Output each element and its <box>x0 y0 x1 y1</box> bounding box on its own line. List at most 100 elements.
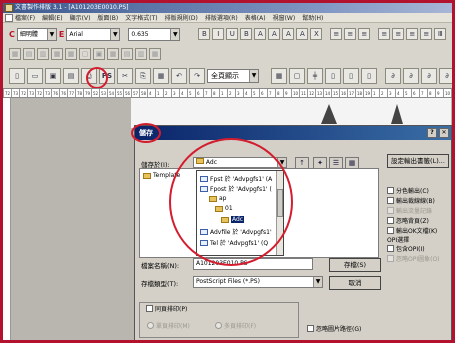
ruler-tick: 58 <box>139 89 147 97</box>
redo-icon[interactable]: ↷ <box>189 68 205 84</box>
insert-text-icon[interactable]: ╪ <box>307 68 323 84</box>
include-opi-checkbox[interactable]: 包含OPI(I) <box>387 244 425 253</box>
cancel-button[interactable]: 取消 <box>329 276 381 290</box>
indent-icon[interactable]: ≡ <box>406 28 419 40</box>
ignore-image-path-checkbox[interactable]: 忽略圖片路徑(G) <box>307 324 361 333</box>
bold-button[interactable]: B <box>198 28 211 40</box>
link-b-icon[interactable]: ∂ <box>403 68 419 84</box>
table-insert-icon[interactable]: ▦ <box>9 48 21 60</box>
set-bookmarks-button[interactable]: 設定輸出書籤(L)... <box>387 154 449 168</box>
preview-icon[interactable]: ▤ <box>63 68 79 84</box>
font-size-value: 0.635 <box>131 30 149 38</box>
table-row-icon[interactable]: ▤ <box>23 48 35 60</box>
ruler-tick: 11 <box>451 89 452 97</box>
checkbox-box[interactable] <box>307 325 314 332</box>
table-delete-icon[interactable]: ▦ <box>107 48 119 60</box>
chevron-down-icon[interactable]: ▼ <box>46 28 56 40</box>
table-shade-icon[interactable]: ▣ <box>93 48 105 60</box>
ignore-back-page-checkbox[interactable]: 忽略背頁(Z) <box>387 216 429 225</box>
italic-button[interactable]: I <box>212 28 225 40</box>
menu-window[interactable]: 視窗(W) <box>273 13 296 22</box>
save-button[interactable]: 存檔(S) <box>329 258 381 272</box>
cut-icon[interactable]: ✂ <box>117 68 133 84</box>
radio-dot[interactable] <box>147 322 154 329</box>
copy-icon[interactable]: ⎘ <box>135 68 151 84</box>
justify-icon[interactable]: ≡ <box>378 28 391 40</box>
menu-layout[interactable]: 版面(B) <box>97 13 118 22</box>
new-file-icon[interactable]: ▯ <box>9 68 25 84</box>
open-file-icon[interactable]: ▭ <box>27 68 43 84</box>
table-border-icon[interactable]: ▢ <box>79 48 91 60</box>
output-ok-doc-checkbox[interactable]: 輸出OK文檔(K) <box>387 226 437 235</box>
menu-edit[interactable]: 編輯(E) <box>42 13 62 22</box>
box-c-icon[interactable]: ▯ <box>361 68 377 84</box>
opi-group-label: OPI選擇 <box>387 237 410 244</box>
text-style-a2-button[interactable]: A <box>268 28 281 40</box>
table-align-icon[interactable]: ▤ <box>121 48 133 60</box>
menu-file[interactable]: 檔案(F) <box>15 13 35 22</box>
align-right-icon[interactable]: ≡ <box>358 28 371 40</box>
save-icon[interactable]: ▣ <box>45 68 61 84</box>
menu-typeset-options[interactable]: 排版選項(R) <box>205 13 238 22</box>
checkbox-box[interactable] <box>387 227 394 234</box>
menu-view[interactable]: 顯示(V) <box>70 13 91 22</box>
align-center-icon[interactable]: ≡ <box>344 28 357 40</box>
outdent-icon[interactable]: ≡ <box>420 28 433 40</box>
english-font-select[interactable]: Arial ▼ <box>66 27 121 41</box>
undo-icon[interactable]: ↶ <box>171 68 187 84</box>
text-style-a4-button[interactable]: A <box>296 28 309 40</box>
close-icon[interactable]: ✕ <box>439 128 449 138</box>
multi-page-radio[interactable]: 多頁排印(F) <box>215 321 256 330</box>
menu-table[interactable]: 表格(A) <box>245 13 266 22</box>
ignore-opi-checkbox[interactable]: 忽略OPI圖象(O) <box>387 254 440 263</box>
clear-format-button[interactable]: X <box>310 28 323 40</box>
text-style-a3-button[interactable]: A <box>282 28 295 40</box>
crop-marks-checkbox[interactable]: 輸出裁線線(B) <box>387 196 435 205</box>
document-page <box>131 98 451 128</box>
frame-icon[interactable]: ▢ <box>289 68 305 84</box>
menu-typeset-rules[interactable]: 排版規則(D) <box>165 13 198 22</box>
chevron-down-icon[interactable]: ▼ <box>313 277 322 287</box>
table-split-icon[interactable]: ▦ <box>65 48 77 60</box>
columns-icon[interactable]: Ⅲ <box>434 28 447 40</box>
link-a-icon[interactable]: ∂ <box>385 68 401 84</box>
link-d-icon[interactable]: ∂ <box>439 68 452 84</box>
table-col-icon[interactable]: ▥ <box>37 48 49 60</box>
chevron-down-icon[interactable]: ▼ <box>110 28 120 40</box>
table-merge-icon[interactable]: ▦ <box>51 48 63 60</box>
box-a-icon[interactable]: ▯ <box>325 68 341 84</box>
box-b-icon[interactable]: ▯ <box>343 68 359 84</box>
chevron-down-icon[interactable]: ▼ <box>170 28 180 40</box>
filetype-select[interactable]: PostScript Files (*.PS) ▼ <box>193 276 323 288</box>
outline-button[interactable]: B <box>240 28 253 40</box>
checkbox-box[interactable] <box>387 207 394 214</box>
menu-text-format[interactable]: 文字格式(T) <box>125 13 157 22</box>
checkbox-box[interactable] <box>387 245 394 252</box>
link-c-icon[interactable]: ∂ <box>421 68 437 84</box>
distribute-icon[interactable]: ≡ <box>392 28 405 40</box>
paste-icon[interactable]: ▦ <box>153 68 169 84</box>
checkbox-box[interactable] <box>387 217 394 224</box>
menu-help[interactable]: 幫助(H) <box>302 13 323 22</box>
checkbox-box[interactable] <box>387 255 394 262</box>
underline-button[interactable]: U <box>226 28 239 40</box>
checkbox-box[interactable] <box>146 305 153 312</box>
single-page-radio[interactable]: 單頁排印(M) <box>147 321 190 330</box>
text-style-a1-button[interactable]: A <box>254 28 267 40</box>
table-props-icon[interactable]: ▦ <box>149 48 161 60</box>
chevron-down-icon[interactable]: ▼ <box>249 70 258 82</box>
align-left-icon[interactable]: ≡ <box>330 28 343 40</box>
chinese-font-select[interactable]: 細明體 ▼ <box>16 27 57 41</box>
checkbox-box[interactable] <box>387 187 394 194</box>
font-size-select[interactable]: 0.635 ▼ <box>128 27 181 41</box>
output-log-checkbox[interactable]: 輸出流量記錄 <box>387 206 432 215</box>
document-icon[interactable] <box>5 14 13 22</box>
color-separation-checkbox[interactable]: 分色輸出(C) <box>387 186 429 195</box>
help-icon[interactable]: ? <box>427 128 437 138</box>
sync-print-checkbox[interactable]: 同頁排印(P) <box>145 304 189 313</box>
table-fit-icon[interactable]: ▥ <box>135 48 147 60</box>
radio-dot[interactable] <box>215 322 222 329</box>
grid-icon[interactable]: ▦ <box>271 68 287 84</box>
checkbox-box[interactable] <box>387 197 394 204</box>
zoom-select[interactable]: 全頁顯示 ▼ <box>207 69 259 83</box>
